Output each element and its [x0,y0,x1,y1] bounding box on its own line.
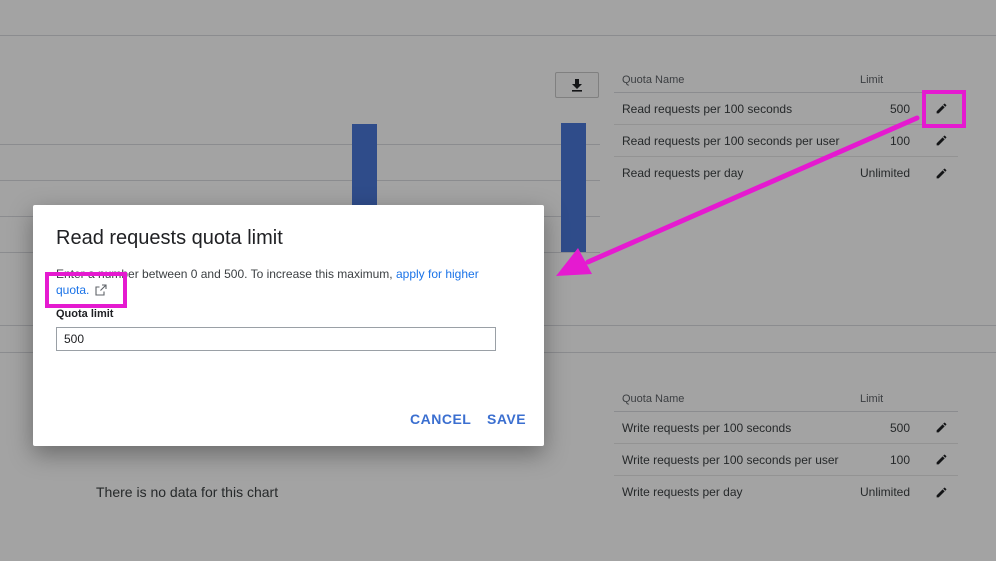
annotation-arrow [556,115,920,276]
